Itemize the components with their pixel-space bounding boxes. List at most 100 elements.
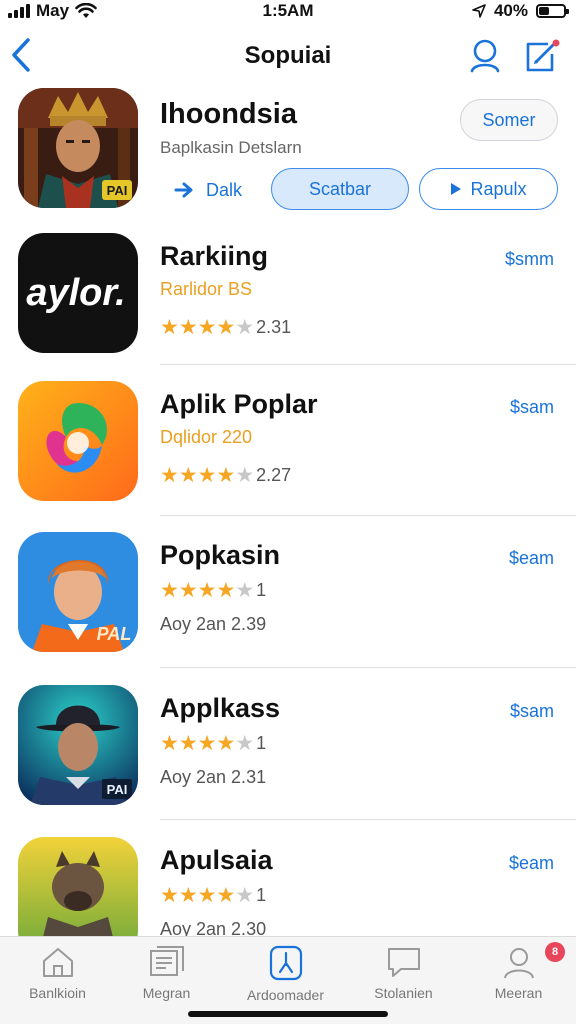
- star-empty-icon: ★: [235, 579, 255, 602]
- app-name: Popkasin: [160, 540, 281, 570]
- star-filled-icon: ★: [160, 316, 179, 339]
- tab-megran[interactable]: Megran: [109, 945, 224, 1001]
- scatbar-button[interactable]: Scatbar: [271, 168, 409, 210]
- rapulx-button[interactable]: Rapulx: [419, 168, 558, 210]
- star-filled-icon: ★: [178, 884, 198, 907]
- star-filled-icon: ★: [160, 579, 179, 602]
- rating-stars: ★★★★★: [160, 731, 254, 756]
- star-filled-icon: ★: [216, 464, 236, 487]
- divider: [160, 364, 576, 365]
- star-filled-icon: ★: [216, 579, 236, 602]
- tab-stolanien[interactable]: Stolanien: [346, 945, 461, 1001]
- featured-icon-badge-text: PAI: [107, 183, 128, 198]
- star-filled-icon: ★: [178, 316, 198, 339]
- star-filled-icon: ★: [197, 884, 217, 907]
- app-name: Aplik Poplar: [160, 389, 318, 419]
- swirl-logo-icon: [18, 381, 138, 501]
- star-filled-icon: ★: [178, 732, 198, 755]
- dalk-label: Dalk: [206, 179, 243, 200]
- app-rating: ★★★★★ 2.27: [160, 463, 291, 488]
- app-rating: ★★★★★ 1: [160, 578, 266, 603]
- featured-app-name: Ihoondsia: [160, 98, 297, 130]
- rating-value: 1: [256, 733, 267, 753]
- price-button[interactable]: $eam: [509, 548, 554, 569]
- star-empty-icon: ★: [235, 732, 255, 755]
- navigation-bar: Sopuiai: [0, 28, 576, 84]
- star-filled-icon: ★: [216, 316, 236, 339]
- price-button[interactable]: $eam: [509, 853, 554, 874]
- price-button[interactable]: $sam: [510, 701, 554, 722]
- home-icon: [42, 948, 73, 977]
- star-filled-icon: ★: [216, 884, 236, 907]
- home-indicator[interactable]: [188, 1011, 388, 1017]
- tab-label: Megran: [142, 985, 191, 1001]
- star-filled-icon: ★: [160, 884, 179, 907]
- red-haired-character-icon: PAL: [18, 532, 138, 652]
- battery-percent: 40%: [493, 1, 528, 20]
- star-filled-icon: ★: [216, 732, 236, 755]
- app-rating: ★★★★★ 2.31: [160, 315, 291, 340]
- notification-badge: 8: [545, 942, 565, 962]
- star-empty-icon: ★: [235, 316, 255, 339]
- cowboy-icon-badge-text: PAI: [107, 782, 128, 797]
- app-icon[interactable]: [18, 381, 138, 501]
- chat-icon: [387, 948, 420, 977]
- app-icon[interactable]: aylor.: [18, 233, 138, 353]
- price-button[interactable]: $smm: [505, 249, 554, 270]
- search-icon[interactable]: [468, 38, 502, 74]
- app-name: Applkass: [160, 693, 281, 723]
- list-item[interactable]: aylor. Rarkiing $smm Rarlidor BS ★★★★★ 2…: [0, 233, 576, 385]
- list-item[interactable]: PAI Applkass $sam ★★★★★ 1 Aoy 2an 2.31: [0, 685, 576, 837]
- rapulx-label: Rapulx: [470, 178, 527, 199]
- battery-icon: [536, 4, 569, 18]
- app-icon[interactable]: PAI: [18, 685, 138, 805]
- warrior-portrait-image: PAI: [18, 88, 138, 208]
- rating-value: 2.31: [256, 317, 292, 337]
- tab-ardoomader[interactable]: Ardoomader: [228, 945, 343, 1003]
- star-filled-icon: ★: [197, 464, 217, 487]
- rating-stars: ★★★★★: [160, 463, 254, 488]
- featured-app-icon[interactable]: PAI: [18, 88, 138, 208]
- tab-label: Banlkioin: [29, 985, 86, 1001]
- star-filled-icon: ★: [160, 464, 179, 487]
- rating-stars: ★★★★★: [160, 578, 254, 603]
- star-empty-icon: ★: [235, 464, 255, 487]
- app-meta: Aoy 2an 2.31: [160, 767, 267, 787]
- app-rating: ★★★★★ 1: [160, 731, 266, 756]
- app-store-icon: [269, 945, 302, 981]
- star-filled-icon: ★: [197, 316, 217, 339]
- character-icon-badge-text: PAL: [97, 624, 132, 644]
- tab-label: Ardoomader: [246, 987, 325, 1003]
- divider: [160, 819, 576, 820]
- star-filled-icon: ★: [160, 732, 179, 755]
- tab-banlkioin[interactable]: Banlkioin: [0, 945, 115, 1001]
- rating-value: 1: [256, 580, 267, 600]
- compose-icon[interactable]: [522, 36, 562, 76]
- app-name: Rarkiing: [160, 241, 269, 271]
- app-name: Apulsaia: [160, 845, 273, 875]
- featured-app[interactable]: PAI Ihoondsia Baplkasin Detslarn Somer D…: [0, 88, 576, 216]
- cowboy-character-icon: PAI: [18, 685, 138, 805]
- rating-stars: ★★★★★: [160, 883, 254, 908]
- star-filled-icon: ★: [197, 732, 217, 755]
- tab-label: Stolanien: [374, 985, 433, 1001]
- star-filled-icon: ★: [197, 579, 217, 602]
- list-item[interactable]: Aplik Poplar $sam Dqlidor 220 ★★★★★ 2.27: [0, 381, 576, 533]
- dalk-button[interactable]: Dalk: [174, 175, 242, 205]
- app-meta: Aoy 2an 2.39: [160, 614, 267, 634]
- app-rating: ★★★★★ 1: [160, 883, 266, 908]
- rating-value: 1: [256, 885, 267, 905]
- aylor-logo-icon: aylor.: [18, 233, 138, 353]
- list-item[interactable]: PAL Popkasin $eam ★★★★★ 1 Aoy 2an 2.39: [0, 532, 576, 684]
- tab-label: Meeran: [494, 985, 543, 1001]
- arrow-right-icon: [174, 182, 193, 198]
- rating-value: 2.27: [256, 465, 292, 485]
- somer-button[interactable]: Somer: [460, 99, 558, 141]
- divider: [160, 667, 576, 668]
- status-right: 40%: [472, 1, 569, 21]
- play-icon: [451, 183, 462, 195]
- app-subtitle: Rarlidor BS: [160, 279, 253, 299]
- star-filled-icon: ★: [178, 579, 198, 602]
- app-icon[interactable]: PAL: [18, 532, 138, 652]
- price-button[interactable]: $sam: [510, 397, 554, 418]
